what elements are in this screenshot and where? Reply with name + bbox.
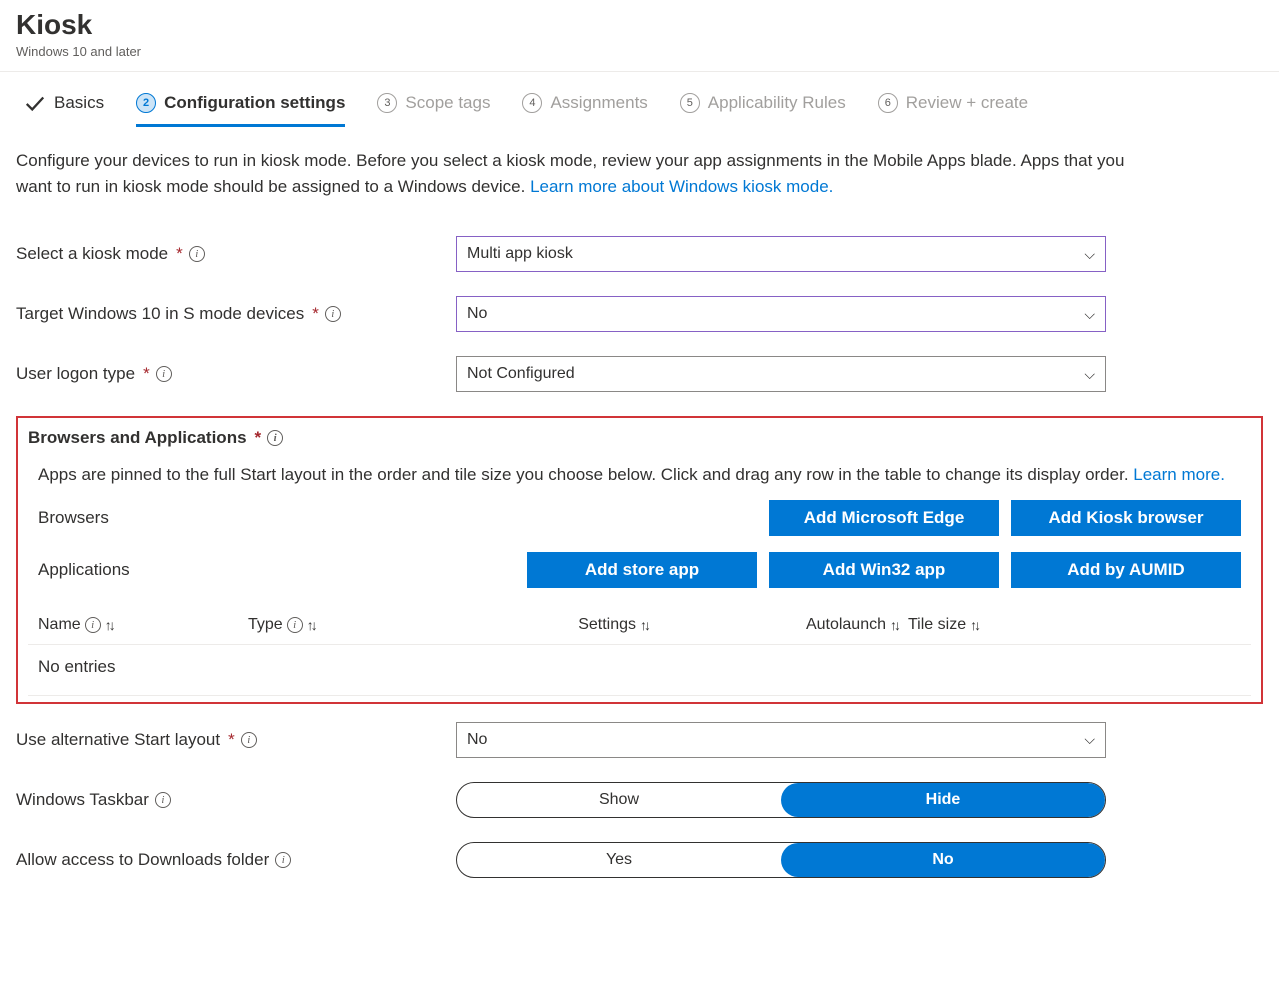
learn-more-kiosk-link[interactable]: Learn more about Windows kiosk mode. (530, 177, 833, 196)
checkmark-icon (24, 92, 46, 114)
required-indicator: * (143, 364, 150, 384)
chevron-down-icon: ⌵ (1084, 731, 1095, 748)
taskbar-show-option[interactable]: Show (457, 783, 781, 817)
section-title: Browsers and Applications * i (28, 428, 1251, 448)
step-number: 5 (680, 93, 700, 113)
step-number: 3 (377, 93, 397, 113)
field-taskbar: Windows Taskbar i Show Hide (16, 782, 1263, 818)
column-type[interactable]: Type i ↑↓ (248, 616, 438, 634)
wizard-tabs: Basics 2 Configuration settings 3 Scope … (0, 72, 1279, 128)
step-number: 4 (522, 93, 542, 113)
column-name[interactable]: Name i ↑↓ (38, 616, 238, 634)
tab-review-create[interactable]: 6 Review + create (878, 93, 1028, 127)
sort-icon: ↑↓ (970, 617, 978, 633)
required-indicator: * (312, 304, 319, 324)
section-description: Apps are pinned to the full Start layout… (28, 448, 1251, 492)
sort-icon: ↑↓ (105, 617, 113, 633)
sort-icon: ↑↓ (640, 617, 648, 633)
taskbar-toggle[interactable]: Show Hide (456, 782, 1106, 818)
taskbar-hide-option[interactable]: Hide (781, 783, 1105, 817)
step-number: 2 (136, 93, 156, 113)
field-downloads: Allow access to Downloads folder i Yes N… (16, 842, 1263, 878)
info-icon: i (287, 617, 303, 633)
add-store-app-button[interactable]: Add store app (527, 552, 757, 588)
tab-assignments[interactable]: 4 Assignments (522, 93, 647, 127)
learn-more-apps-link[interactable]: Learn more. (1133, 465, 1225, 484)
column-autolaunch[interactable]: Autolaunch ↑↓ (658, 616, 898, 634)
add-microsoft-edge-button[interactable]: Add Microsoft Edge (769, 500, 999, 536)
field-s-mode: Target Windows 10 in S mode devices * i … (16, 296, 1263, 332)
logon-type-select[interactable]: Not Configured ⌵ (456, 356, 1106, 392)
downloads-yes-option[interactable]: Yes (457, 843, 781, 877)
content: Configure your devices to run in kiosk m… (0, 128, 1279, 908)
sort-icon: ↑↓ (890, 617, 898, 633)
add-kiosk-browser-button[interactable]: Add Kiosk browser (1011, 500, 1241, 536)
kiosk-mode-select[interactable]: Multi app kiosk ⌵ (456, 236, 1106, 272)
field-alt-start: Use alternative Start layout * i No ⌵ (16, 722, 1263, 758)
info-icon[interactable]: i (155, 792, 171, 808)
apps-table-header: Name i ↑↓ Type i ↑↓ Settings ↑↓ Autolaun… (28, 596, 1251, 645)
s-mode-select[interactable]: No ⌵ (456, 296, 1106, 332)
info-icon[interactable]: i (275, 852, 291, 868)
add-win32-app-button[interactable]: Add Win32 app (769, 552, 999, 588)
field-logon-type: User logon type * i Not Configured ⌵ (16, 356, 1263, 392)
browsers-applications-section: Browsers and Applications * i Apps are p… (16, 416, 1263, 704)
page-title: Kiosk (16, 8, 1263, 42)
chevron-down-icon: ⌵ (1084, 306, 1095, 323)
sort-icon: ↑↓ (307, 617, 315, 633)
applications-row: Applications Add store app Add Win32 app… (28, 544, 1251, 596)
chevron-down-icon: ⌵ (1084, 246, 1095, 263)
field-kiosk-mode: Select a kiosk mode * i Multi app kiosk … (16, 236, 1263, 272)
apps-table-empty: No entries (28, 645, 1251, 696)
tab-scope-tags[interactable]: 3 Scope tags (377, 93, 490, 127)
required-indicator: * (176, 244, 183, 264)
page-description: Configure your devices to run in kiosk m… (16, 148, 1136, 201)
tab-basics[interactable]: Basics (24, 92, 104, 128)
alt-start-select[interactable]: No ⌵ (456, 722, 1106, 758)
page-header: Kiosk Windows 10 and later (0, 0, 1279, 72)
info-icon[interactable]: i (189, 246, 205, 262)
tab-configuration-settings[interactable]: 2 Configuration settings (136, 93, 345, 127)
tab-applicability-rules[interactable]: 5 Applicability Rules (680, 93, 846, 127)
column-tile-size[interactable]: Tile size ↑↓ (908, 616, 1088, 634)
page-subtitle: Windows 10 and later (16, 44, 1263, 59)
chevron-down-icon: ⌵ (1084, 366, 1095, 383)
info-icon[interactable]: i (325, 306, 341, 322)
downloads-toggle[interactable]: Yes No (456, 842, 1106, 878)
info-icon[interactable]: i (241, 732, 257, 748)
browsers-row: Browsers Add Microsoft Edge Add Kiosk br… (28, 492, 1251, 544)
required-indicator: * (255, 428, 262, 448)
column-settings[interactable]: Settings ↑↓ (448, 616, 648, 634)
step-number: 6 (878, 93, 898, 113)
info-icon[interactable]: i (156, 366, 172, 382)
add-by-aumid-button[interactable]: Add by AUMID (1011, 552, 1241, 588)
info-icon[interactable]: i (267, 430, 283, 446)
required-indicator: * (228, 730, 235, 750)
downloads-no-option[interactable]: No (781, 843, 1105, 877)
info-icon: i (85, 617, 101, 633)
